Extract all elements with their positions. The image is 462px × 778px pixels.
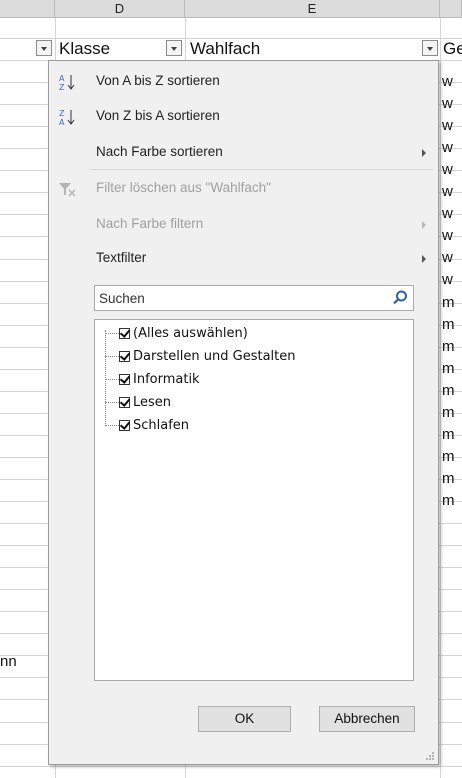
- header-geschlecht: Ge: [443, 39, 462, 58]
- grid-line: [440, 18, 441, 778]
- svg-text:Z: Z: [59, 83, 65, 92]
- menu-separator: [89, 169, 434, 170]
- tree-line: [105, 330, 106, 424]
- table-cell[interactable]: w: [442, 71, 462, 93]
- checkbox[interactable]: [119, 373, 130, 385]
- search-box[interactable]: [94, 285, 414, 311]
- search-icon[interactable]: [391, 289, 409, 307]
- table-cell[interactable]: m: [442, 402, 462, 424]
- grid-line: [0, 766, 462, 767]
- cancel-button[interactable]: Abbrechen: [319, 706, 415, 732]
- list-item-label: (Alles auswählen): [133, 325, 248, 341]
- list-item-label: Schlafen: [133, 417, 190, 433]
- table-cell[interactable]: w: [442, 247, 462, 269]
- table-cell[interactable]: m: [442, 468, 462, 490]
- table-cell[interactable]: m: [442, 336, 462, 358]
- menu-sort-z-a[interactable]: Z A Von Z bis A sortieren: [49, 102, 438, 130]
- menu-filter-by-color-label: Nach Farbe filtern: [96, 216, 204, 231]
- svg-text:Z: Z: [59, 109, 65, 118]
- list-item[interactable]: Lesen: [119, 391, 171, 413]
- submenu-arrow-icon: [422, 221, 426, 229]
- column-header-e[interactable]: E: [185, 0, 440, 18]
- column-header-f[interactable]: [440, 0, 462, 18]
- table-cell[interactable]: m: [442, 424, 462, 446]
- table-cell[interactable]: w: [442, 93, 462, 115]
- autofilter-menu: A Z Von A bis Z sortieren Z A Von Z bis …: [48, 60, 439, 765]
- tree-line: [105, 356, 119, 357]
- filter-dropdown-wahlfach[interactable]: [422, 40, 438, 56]
- menu-filter-by-color[interactable]: Nach Farbe filtern: [49, 210, 438, 238]
- menu-clear-filter[interactable]: Filter löschen aus "Wahlfach": [49, 174, 438, 202]
- table-cell[interactable]: w: [442, 137, 462, 159]
- tree-line: [105, 402, 119, 403]
- ok-button[interactable]: OK: [198, 706, 291, 732]
- column-header-d[interactable]: D: [55, 0, 185, 18]
- table-cell[interactable]: m: [442, 490, 462, 512]
- table-cell[interactable]: w: [442, 269, 462, 291]
- table-cell[interactable]: m: [442, 314, 462, 336]
- menu-sort-by-color-label: Nach Farbe sortieren: [96, 144, 223, 159]
- header-wahlfach: Wahlfach: [190, 39, 261, 58]
- menu-text-filter-label: Textfilter: [96, 250, 147, 265]
- menu-sort-by-color[interactable]: Nach Farbe sortieren: [49, 138, 438, 166]
- search-input[interactable]: [95, 286, 379, 310]
- value-list: (Alles auswählen) Darstellen und Gestalte…: [94, 319, 414, 681]
- table-cell[interactable]: w: [442, 181, 462, 203]
- list-item[interactable]: Darstellen und Gestalten: [119, 345, 296, 367]
- list-item[interactable]: Schlafen: [119, 414, 189, 436]
- column-letter-d: D: [114, 1, 125, 16]
- sort-ascending-icon: A Z: [59, 74, 75, 92]
- column-header-c[interactable]: [0, 0, 55, 18]
- resize-grip-icon[interactable]: [425, 751, 435, 761]
- tree-line: [105, 379, 119, 380]
- table-cell[interactable]: w: [442, 203, 462, 225]
- table-cell[interactable]: m: [442, 358, 462, 380]
- checkbox[interactable]: [119, 419, 130, 431]
- list-item[interactable]: Informatik: [119, 368, 200, 390]
- table-cell[interactable]: w: [442, 115, 462, 137]
- checkbox[interactable]: [119, 350, 130, 362]
- menu-sort-z-a-label: Von Z bis A sortieren: [96, 108, 220, 123]
- table-cell[interactable]: m: [442, 292, 462, 314]
- filter-dropdown-klasse[interactable]: [166, 40, 182, 56]
- list-item[interactable]: (Alles auswählen): [119, 322, 248, 344]
- menu-sort-a-z-label: Von A bis Z sortieren: [96, 73, 220, 88]
- checkbox[interactable]: [119, 396, 130, 408]
- filter-dropdown-c[interactable]: [36, 40, 52, 56]
- list-item-label: Informatik: [133, 371, 200, 387]
- list-item-label: Lesen: [133, 394, 172, 410]
- tree-line: [105, 425, 119, 426]
- table-cell[interactable]: m: [442, 446, 462, 468]
- table-cell[interactable]: w: [442, 225, 462, 247]
- clear-filter-icon: [59, 183, 76, 197]
- table-cell[interactable]: w: [442, 159, 462, 181]
- cell-fragment[interactable]: nn: [0, 651, 17, 673]
- submenu-arrow-icon: [422, 149, 426, 157]
- column-letter-e: E: [307, 1, 317, 16]
- header-klasse: Klasse: [59, 39, 111, 58]
- sort-descending-icon: Z A: [59, 109, 75, 127]
- table-cell[interactable]: m: [442, 380, 462, 402]
- menu-text-filter[interactable]: Textfilter: [49, 244, 438, 272]
- submenu-arrow-icon: [422, 255, 426, 263]
- menu-sort-a-z[interactable]: A Z Von A bis Z sortieren: [49, 67, 438, 95]
- tree-line: [105, 333, 119, 334]
- svg-text:A: A: [59, 118, 65, 127]
- svg-text:A: A: [59, 74, 65, 83]
- list-item-label: Darstellen und Gestalten: [133, 348, 296, 364]
- menu-clear-filter-label: Filter löschen aus "Wahlfach": [96, 180, 271, 195]
- checkbox[interactable]: [119, 327, 130, 339]
